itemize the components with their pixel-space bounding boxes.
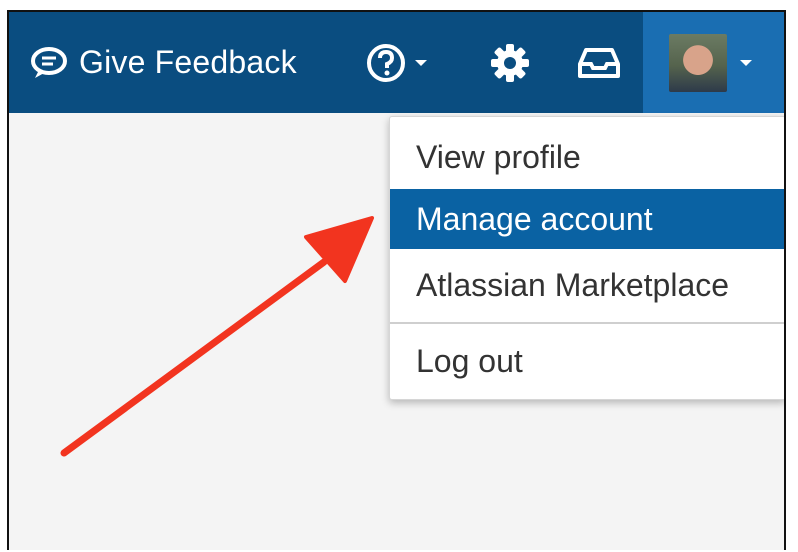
menu-item-manage-account[interactable]: Manage account (390, 189, 784, 249)
help-menu-button[interactable] (366, 12, 428, 113)
help-icon (367, 43, 405, 82)
menu-item-log-out[interactable]: Log out (390, 331, 784, 391)
gear-icon (491, 43, 529, 82)
app-window: Give Feedback View profile Manage accoun… (7, 10, 786, 550)
give-feedback-label: Give Feedback (79, 44, 297, 80)
menu-item-label: Atlassian Marketplace (416, 266, 730, 303)
user-dropdown-menu: View profile Manage account Atlassian Ma… (389, 116, 784, 400)
top-navigation-bar: Give Feedback (9, 12, 784, 113)
give-feedback-button[interactable]: Give Feedback (29, 12, 297, 113)
menu-item-view-profile[interactable]: View profile (390, 127, 784, 187)
inbox-icon (578, 47, 620, 78)
chevron-down-icon (415, 59, 427, 66)
menu-item-label: Log out (416, 342, 523, 379)
user-profile-menu-button[interactable] (643, 12, 784, 113)
avatar (669, 33, 727, 92)
chevron-down-icon (740, 59, 752, 66)
menu-item-label: Manage account (416, 200, 653, 237)
menu-divider (390, 322, 784, 324)
inbox-button[interactable] (577, 12, 621, 113)
menu-item-label: View profile (416, 138, 581, 175)
feedback-bubble-icon (31, 46, 67, 78)
menu-item-atlassian-marketplace[interactable]: Atlassian Marketplace (390, 255, 784, 315)
settings-button[interactable] (489, 12, 531, 113)
